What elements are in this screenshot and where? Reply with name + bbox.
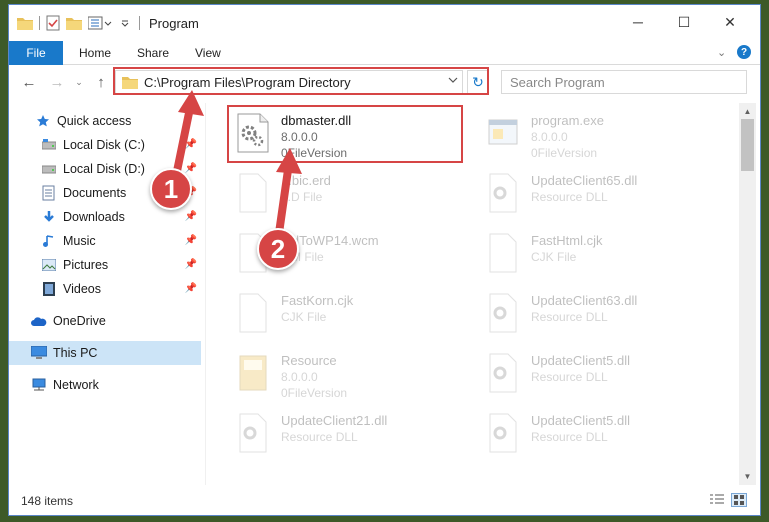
arrow-1 xyxy=(172,90,204,180)
arrow-2 xyxy=(274,148,302,244)
callout-step-2: 2 xyxy=(257,228,299,270)
callout-arrows xyxy=(172,90,302,244)
callout-step-1: 1 xyxy=(150,168,192,210)
